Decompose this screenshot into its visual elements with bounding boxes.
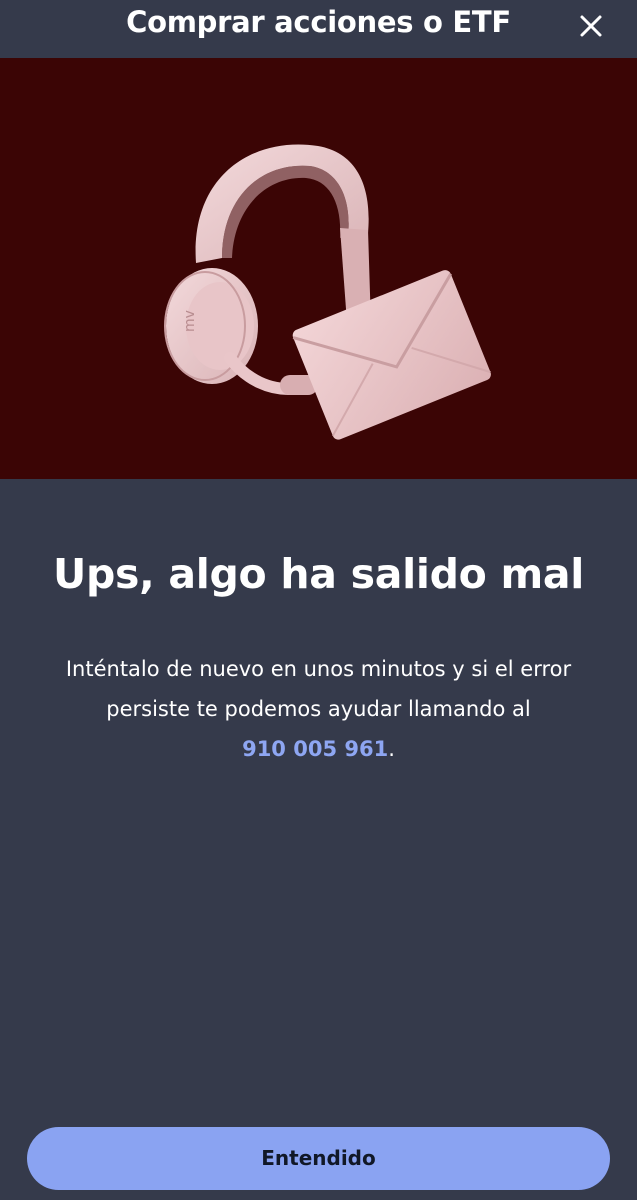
page-title: Comprar acciones o ETF: [126, 5, 511, 39]
close-icon: [580, 15, 602, 37]
phone-suffix: .: [388, 737, 395, 761]
top-bar: Comprar acciones o ETF: [0, 0, 637, 58]
hero-illustration: mv: [0, 58, 637, 479]
error-message-line-3: 910 005 961.: [30, 729, 607, 769]
error-message: Inténtalo de nuevo en unos minutos y si …: [30, 649, 607, 769]
error-message-line-1: Inténtalo de nuevo en unos minutos y si …: [65, 657, 572, 681]
phone-link[interactable]: 910 005 961: [242, 737, 388, 761]
headset-logo-text: mv: [182, 310, 198, 332]
error-title: Ups, algo ha salido mal: [52, 550, 585, 598]
close-button[interactable]: [575, 10, 607, 42]
error-message-line-2: persiste te podemos ayudar llamando al: [106, 697, 531, 721]
understood-button[interactable]: Entendido: [27, 1127, 610, 1190]
